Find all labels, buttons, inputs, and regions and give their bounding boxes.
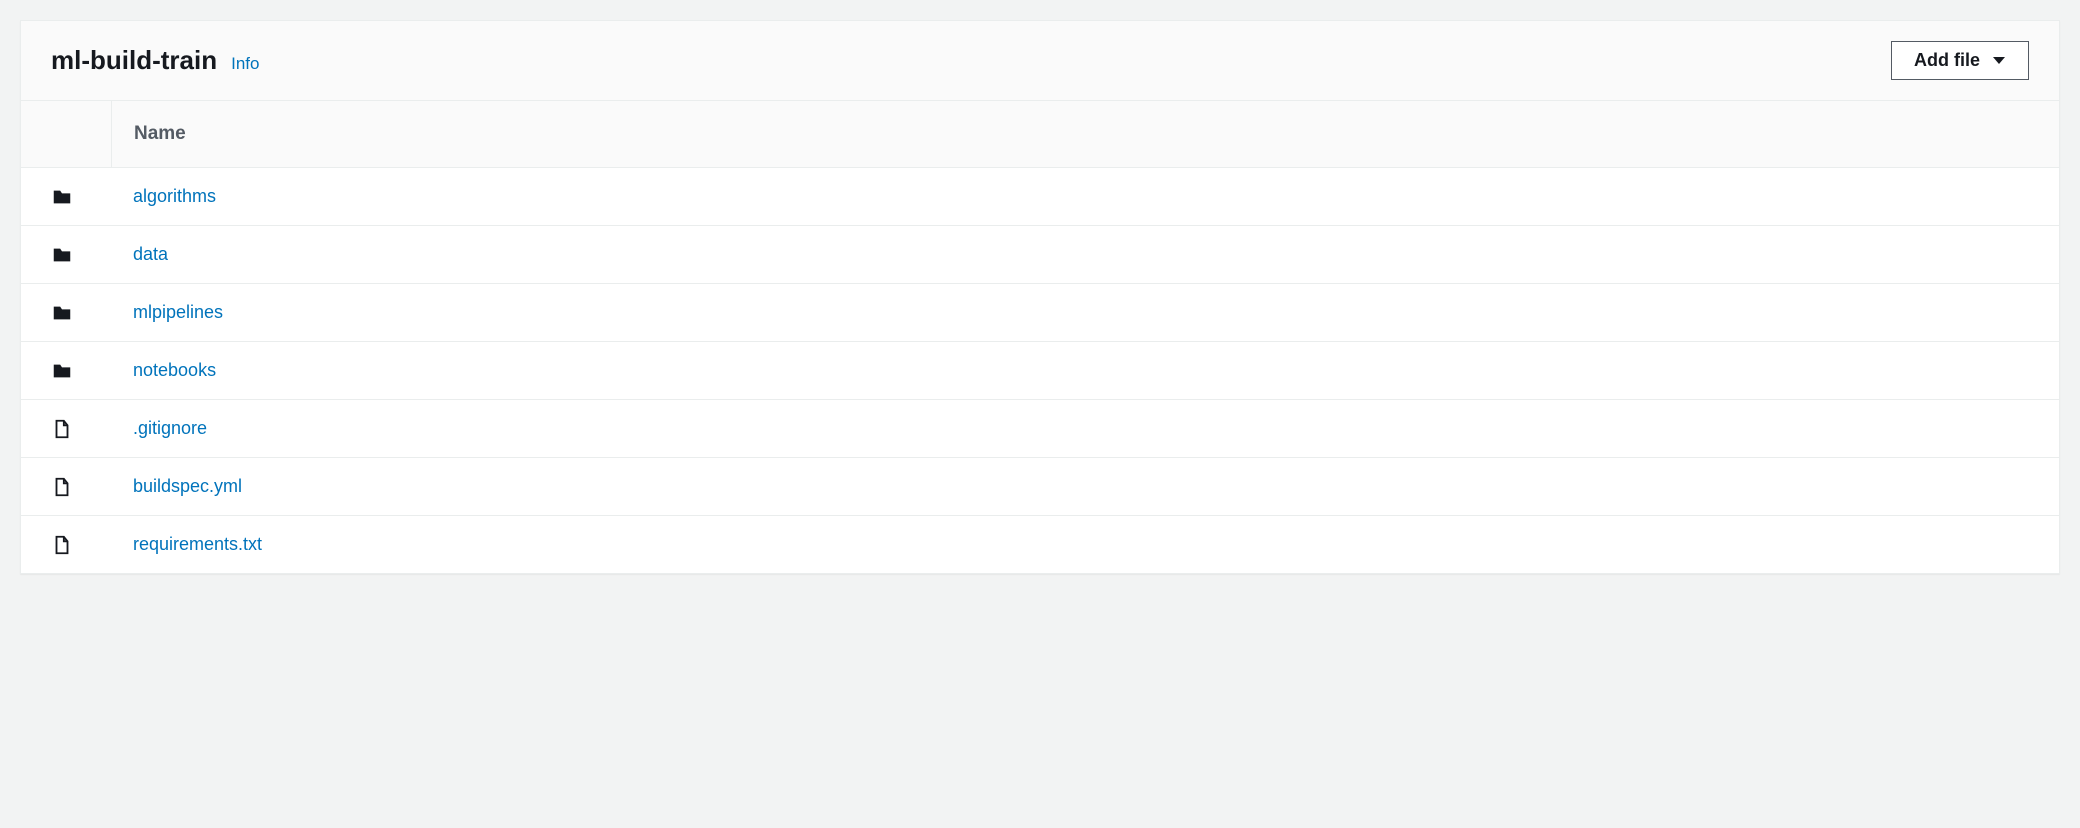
table-row: buildspec.yml [21,458,2059,516]
item-link[interactable]: requirements.txt [133,534,262,554]
item-link[interactable]: .gitignore [133,418,207,438]
file-icon [51,520,111,570]
repo-panel: ml-build-train Info Add file Name algori… [20,20,2060,574]
add-file-label: Add file [1914,50,1980,71]
name-cell: mlpipelines [111,284,2029,341]
caret-down-icon [1992,56,2006,66]
name-col-header[interactable]: Name [111,101,2029,167]
file-icon [51,404,111,454]
file-icon [51,462,111,512]
folder-icon [51,346,111,396]
table-row: algorithms [21,168,2059,226]
name-cell: .gitignore [111,400,2029,457]
icon-col-header [51,120,111,148]
item-link[interactable]: notebooks [133,360,216,380]
panel-header: ml-build-train Info Add file [21,21,2059,101]
info-link[interactable]: Info [231,54,259,74]
table-row: notebooks [21,342,2059,400]
table-row: data [21,226,2059,284]
table-body: algorithms data mlpipelines notebooks .gitig… [21,168,2059,573]
name-cell: data [111,226,2029,283]
panel-title-wrap: ml-build-train Info [51,45,259,76]
add-file-button[interactable]: Add file [1891,41,2029,80]
folder-icon [51,288,111,338]
item-link[interactable]: mlpipelines [133,302,223,322]
table-row: requirements.txt [21,516,2059,573]
table-header: Name [21,101,2059,168]
table-row: .gitignore [21,400,2059,458]
name-cell: notebooks [111,342,2029,399]
item-link[interactable]: data [133,244,168,264]
name-cell: buildspec.yml [111,458,2029,515]
panel-title: ml-build-train [51,45,217,76]
item-link[interactable]: buildspec.yml [133,476,242,496]
item-link[interactable]: algorithms [133,186,216,206]
name-cell: algorithms [111,168,2029,225]
name-cell: requirements.txt [111,516,2029,573]
folder-icon [51,172,111,222]
table-row: mlpipelines [21,284,2059,342]
folder-icon [51,230,111,280]
